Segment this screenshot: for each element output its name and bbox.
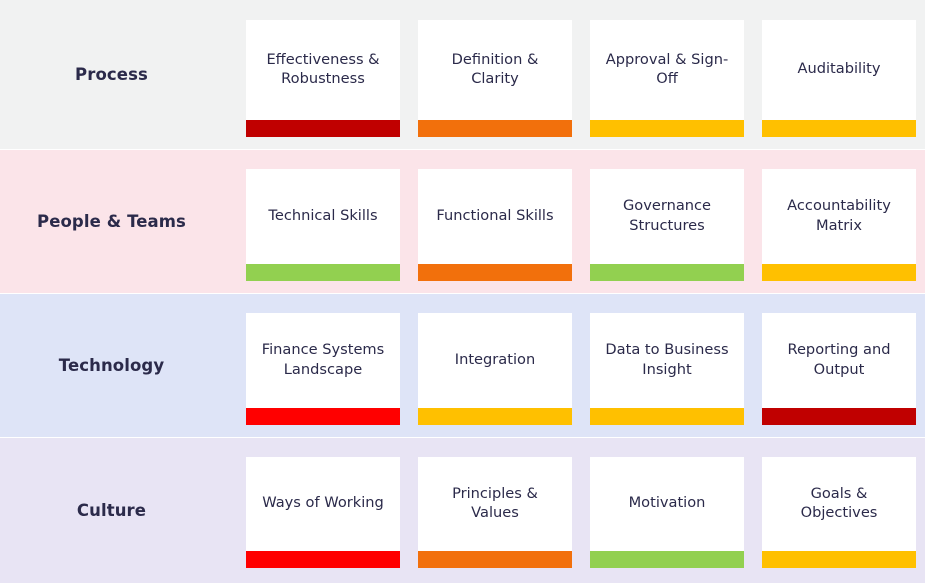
capability-card[interactable]: Data to Business Insight — [590, 313, 744, 425]
card-status-bar — [246, 120, 400, 137]
card-status-bar — [590, 408, 744, 425]
card-title: Integration — [454, 350, 536, 368]
card-slot: Effectiveness & Robustness — [237, 0, 409, 150]
card-status-bar — [418, 264, 572, 281]
card-status-bar — [246, 408, 400, 425]
maturity-matrix: Process Effectiveness & Robustness Definit… — [0, 0, 925, 583]
row-label-cell: Process — [0, 0, 237, 150]
card-slot: Auditability — [753, 0, 925, 150]
card-body: Technical Skills — [246, 169, 400, 264]
card-slot: Principles & Values — [409, 438, 581, 583]
card-title: Motivation — [628, 494, 706, 512]
card-body: Ways of Working — [246, 457, 400, 551]
capability-card[interactable]: Ways of Working — [246, 457, 400, 568]
capability-card[interactable]: Accountability Matrix — [762, 169, 916, 281]
capability-card[interactable]: Principles & Values — [418, 457, 572, 568]
card-status-bar — [590, 120, 744, 137]
row-label: Culture — [76, 500, 147, 520]
card-status-bar — [418, 408, 572, 425]
card-body: Approval & Sign-Off — [590, 20, 744, 120]
row-label-cell: Culture — [0, 438, 237, 583]
card-body: Finance Systems Landscape — [246, 313, 400, 408]
row-cards: Ways of Working Principles & Values Motiva… — [237, 438, 925, 583]
card-slot: Goals & Objectives — [753, 438, 925, 583]
card-body: Integration — [418, 313, 572, 408]
card-slot: Functional Skills — [409, 150, 581, 294]
card-slot: Motivation — [581, 438, 753, 583]
card-status-bar — [762, 551, 916, 568]
card-body: Effectiveness & Robustness — [246, 20, 400, 120]
card-status-bar — [246, 264, 400, 281]
card-title: Approval & Sign-Off — [605, 50, 729, 87]
card-title: Effectiveness & Robustness — [266, 50, 380, 87]
row-cards: Effectiveness & Robustness Definition & C… — [237, 0, 925, 150]
capability-card[interactable]: Reporting and Output — [762, 313, 916, 425]
card-title: Principles & Values — [452, 484, 538, 521]
card-slot: Reporting and Output — [753, 294, 925, 438]
card-body: Data to Business Insight — [590, 313, 744, 408]
card-title: Data to Business Insight — [605, 341, 729, 378]
matrix-row: Technology Finance Systems Landscape Integ… — [0, 293, 925, 438]
card-slot: Definition & Clarity — [409, 0, 581, 150]
card-body: Accountability Matrix — [762, 169, 916, 264]
card-slot: Data to Business Insight — [581, 294, 753, 438]
card-body: Governance Structures — [590, 169, 744, 264]
card-slot: Finance Systems Landscape — [237, 294, 409, 438]
row-label-cell: People & Teams — [0, 150, 237, 294]
card-title: Ways of Working — [262, 494, 384, 512]
capability-card[interactable]: Finance Systems Landscape — [246, 313, 400, 425]
card-body: Auditability — [762, 20, 916, 120]
row-cards: Finance Systems Landscape Integration Data… — [237, 294, 925, 438]
capability-card[interactable]: Functional Skills — [418, 169, 572, 281]
card-slot: Technical Skills — [237, 150, 409, 294]
card-status-bar — [762, 408, 916, 425]
row-label: People & Teams — [37, 212, 186, 232]
card-slot: Ways of Working — [237, 438, 409, 583]
card-body: Functional Skills — [418, 169, 572, 264]
card-status-bar — [590, 551, 744, 568]
card-title: Functional Skills — [436, 206, 554, 224]
card-title: Definition & Clarity — [451, 50, 539, 87]
card-slot: Integration — [409, 294, 581, 438]
capability-card[interactable]: Governance Structures — [590, 169, 744, 281]
capability-card[interactable]: Effectiveness & Robustness — [246, 20, 400, 137]
card-title: Reporting and Output — [787, 341, 891, 378]
row-label: Process — [75, 65, 148, 85]
matrix-row: People & Teams Technical Skills Functional… — [0, 149, 925, 294]
capability-card[interactable]: Goals & Objectives — [762, 457, 916, 568]
capability-card[interactable]: Auditability — [762, 20, 916, 137]
matrix-row: Process Effectiveness & Robustness Definit… — [0, 0, 925, 150]
capability-card[interactable]: Definition & Clarity — [418, 20, 572, 137]
row-cards: Technical Skills Functional Skills Governa… — [237, 150, 925, 294]
capability-card[interactable]: Motivation — [590, 457, 744, 568]
capability-card[interactable]: Technical Skills — [246, 169, 400, 281]
card-title: Governance Structures — [622, 197, 712, 234]
card-slot: Accountability Matrix — [753, 150, 925, 294]
card-title: Finance Systems Landscape — [261, 341, 385, 378]
card-status-bar — [246, 551, 400, 568]
card-body: Goals & Objectives — [762, 457, 916, 551]
capability-card[interactable]: Approval & Sign-Off — [590, 20, 744, 137]
card-slot: Approval & Sign-Off — [581, 0, 753, 150]
card-body: Principles & Values — [418, 457, 572, 551]
card-body: Reporting and Output — [762, 313, 916, 408]
card-title: Technical Skills — [268, 206, 378, 224]
card-status-bar — [418, 120, 572, 137]
card-body: Motivation — [590, 457, 744, 551]
matrix-row: Culture Ways of Working Principles & Value… — [0, 437, 925, 583]
capability-card[interactable]: Integration — [418, 313, 572, 425]
row-label: Technology — [58, 356, 165, 376]
card-status-bar — [590, 264, 744, 281]
card-title: Accountability Matrix — [787, 197, 891, 234]
row-label-cell: Technology — [0, 294, 237, 438]
card-body: Definition & Clarity — [418, 20, 572, 120]
card-status-bar — [762, 264, 916, 281]
card-title: Auditability — [797, 60, 881, 78]
card-status-bar — [762, 120, 916, 137]
card-slot: Governance Structures — [581, 150, 753, 294]
card-status-bar — [418, 551, 572, 568]
card-title: Goals & Objectives — [800, 484, 878, 521]
